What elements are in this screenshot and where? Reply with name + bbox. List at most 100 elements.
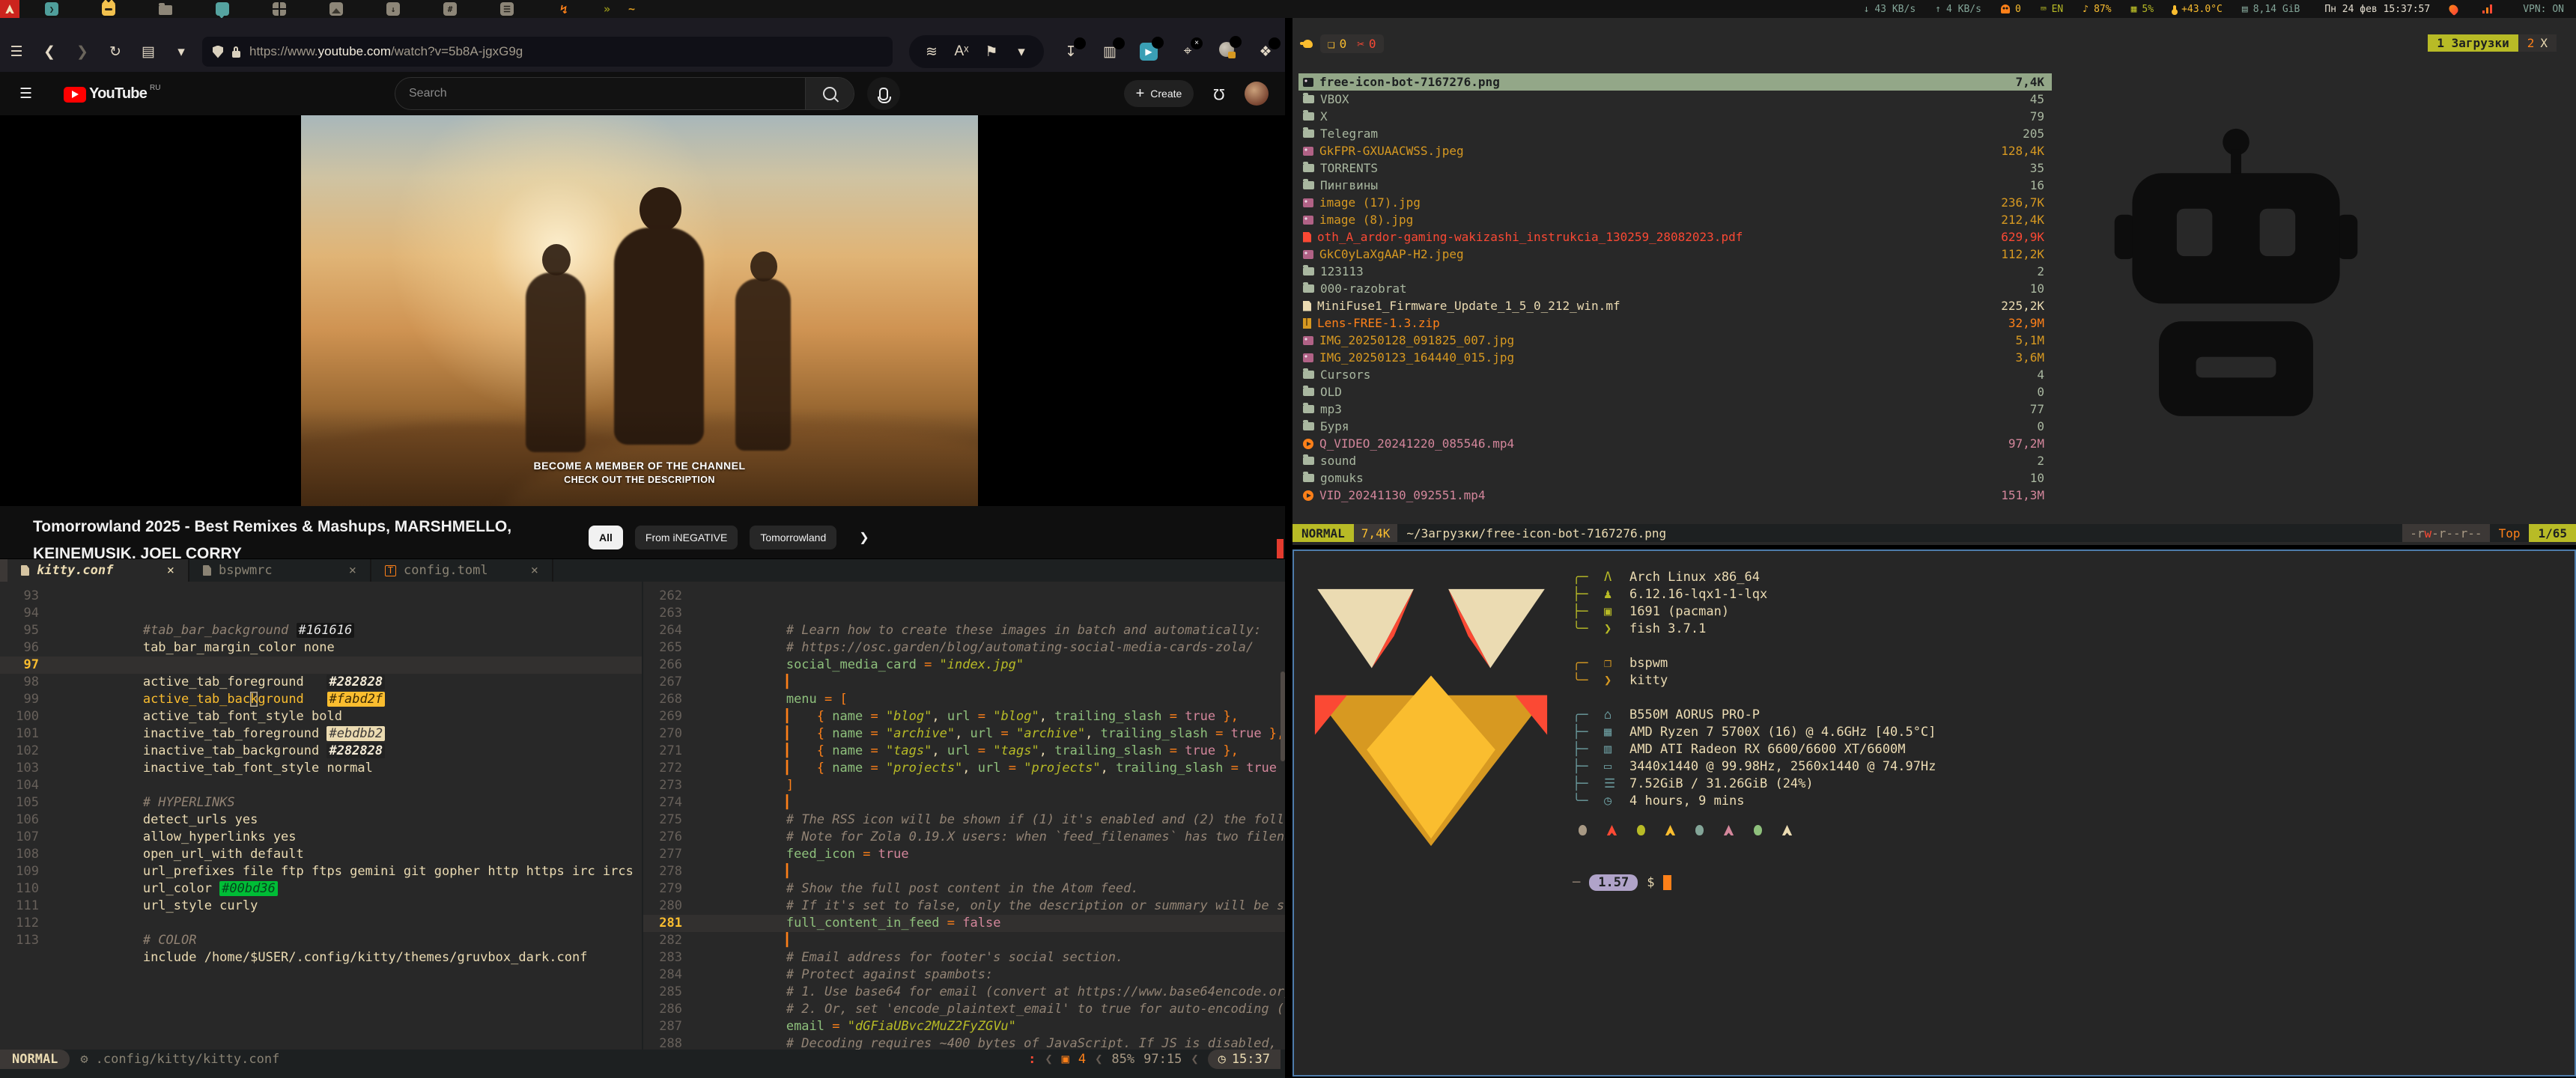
workspace-icon[interactable] <box>159 5 172 15</box>
fetch-line <box>1573 638 1936 655</box>
voice-search-button[interactable] <box>867 77 900 110</box>
file-row[interactable]: 123113 2 <box>1298 263 2052 280</box>
notifications-bell-icon[interactable]: Ω <box>1213 85 1225 103</box>
filter-chip[interactable]: From iNEGATIVE <box>635 526 738 549</box>
workspace-icon[interactable] <box>102 2 115 16</box>
file-row[interactable]: gomuks 10 <box>1298 469 2052 487</box>
workspace-icon[interactable] <box>216 2 229 16</box>
workspace-icon[interactable] <box>329 2 343 16</box>
tray-module[interactable]: ▤ 8,14 GiB <box>2242 4 2300 15</box>
editor-scrollbar-thumb[interactable] <box>1281 672 1285 761</box>
video-player[interactable]: BECOME A MEMBER OF THE CHANNEL CHECK OUT… <box>301 115 978 506</box>
toolbar-extension-icon[interactable]: ❖ <box>1246 43 1285 61</box>
editor-pane-right[interactable]: 262 # Learn how to create these images i… <box>643 582 1285 1050</box>
file-row[interactable]: Cursors 4 <box>1298 366 2052 383</box>
toolbar-icon[interactable]: ❮ <box>33 43 66 61</box>
workspace-icon[interactable]: ☰ <box>500 2 514 16</box>
file-row[interactable]: VID_20241130_092551.mp4 151,3M <box>1298 487 2052 504</box>
youtube-menu-icon[interactable]: ☰ <box>19 85 32 103</box>
editor-tab[interactable]: kitty.conf × <box>7 559 189 582</box>
file-row[interactable]: TORRENTS 35 <box>1298 159 2052 177</box>
file-row[interactable]: 000-razobrat 10 <box>1298 280 2052 297</box>
toolbar-left-icons: ☰❮❯↻▤▾ <box>0 43 198 61</box>
close-icon[interactable]: × <box>167 563 174 578</box>
chips-more-icon[interactable]: ❯ <box>859 530 869 545</box>
statusline-clock: ◷ 15:37 <box>1208 1050 1281 1069</box>
fm-tab-active[interactable]: 1 Загрузки <box>2428 34 2518 52</box>
tray-module[interactable]: VPN: ON <box>2518 4 2564 15</box>
tray-module[interactable]: Пн 24 фев 15:37:57 <box>2319 4 2430 15</box>
search-button[interactable] <box>805 78 854 109</box>
filter-chip[interactable]: Tomorrowland <box>750 526 836 549</box>
editor-tab[interactable]: bspwmrc × <box>189 559 371 582</box>
tray-module[interactable]: 0 <box>2001 4 2021 15</box>
tray-module[interactable] <box>2449 4 2463 14</box>
toolbar-icon[interactable]: ▤ <box>132 43 165 61</box>
close-icon[interactable]: × <box>349 563 356 578</box>
tray-module[interactable]: +43.0°C <box>2173 4 2223 15</box>
editor-tab[interactable]: T config.toml × <box>371 559 553 582</box>
workspace-icon[interactable] <box>273 2 286 16</box>
shield-icon[interactable] <box>213 46 223 58</box>
toolbar-extension-icon[interactable] <box>1207 42 1246 61</box>
line-number: 284 <box>643 966 694 984</box>
toolbar-extension-icon[interactable]: ▶ <box>1129 43 1168 61</box>
tray-module[interactable]: ♪ 87% <box>2083 4 2111 15</box>
toolbar-pill-icon[interactable]: ▾ <box>1006 43 1036 61</box>
workspace-icon[interactable]: ↯ <box>557 2 571 16</box>
arch-launcher-button[interactable] <box>0 0 19 18</box>
workspace-icon[interactable]: ↓ <box>386 2 400 16</box>
file-row[interactable]: Lens-FREE-1.3.zip 32,9M <box>1298 314 2052 332</box>
video-title-line1: Tomorrowland 2025 - Best Remixes & Mashu… <box>33 514 587 540</box>
search-input[interactable] <box>395 86 805 101</box>
file-row[interactable]: sound 2 <box>1298 452 2052 469</box>
file-row[interactable]: IMG_20250123_164440_015.jpg 3,6M <box>1298 349 2052 366</box>
file-row[interactable]: GkFPR-GXUAACWSS.jpeg 128,4K <box>1298 142 2052 159</box>
tray-module[interactable]: ▦ 5% <box>2131 4 2154 15</box>
file-row[interactable]: IMG_20250128_091825_007.jpg 5,1M <box>1298 332 2052 349</box>
toolbar-icon[interactable]: ▾ <box>165 43 198 61</box>
filter-chip[interactable]: All <box>589 526 623 549</box>
search-bar[interactable] <box>395 77 854 110</box>
file-row[interactable]: mp3 77 <box>1298 401 2052 418</box>
tray-module[interactable]: ⌨ EN <box>2041 4 2063 15</box>
browser-scrollbar-thumb[interactable] <box>1277 539 1284 558</box>
file-row[interactable]: image (17).jpg 236,7K <box>1298 194 2052 211</box>
workspace-icon[interactable]: # <box>443 2 457 16</box>
avatar[interactable] <box>1245 82 1269 106</box>
file-row[interactable]: oth_A_ardor-gaming-wakizashi_instrukcia_… <box>1298 228 2052 246</box>
shell-prompt[interactable]: ─ 1.57 $ <box>1573 874 1671 891</box>
toolbar-pill-icon[interactable]: ⚑ <box>976 43 1006 61</box>
url-bar[interactable]: https://www.youtube.com/watch?v=5b8A-jgx… <box>202 37 893 67</box>
youtube-logo[interactable]: YouTube RU <box>64 85 160 103</box>
file-row[interactable]: Telegram 205 <box>1298 125 2052 142</box>
file-row[interactable]: Q_VIDEO_20241220_085546.mp4 97,2M <box>1298 435 2052 452</box>
close-icon[interactable]: × <box>531 563 538 578</box>
toolbar-extension-icon[interactable]: ⌖ × <box>1168 43 1207 60</box>
create-button[interactable]: + Create <box>1124 80 1194 107</box>
toolbar-extension-icon[interactable]: ↧ <box>1051 43 1090 61</box>
workspace-icon[interactable]: ❯ <box>45 2 58 16</box>
toolbar-icon[interactable]: ↻ <box>99 43 132 61</box>
tray-module[interactable]: ↑ 4 KB/s <box>1935 4 1981 15</box>
toolbar-pill-icon[interactable]: Aˣ <box>947 43 976 60</box>
toolbar-icon[interactable]: ❯ <box>66 43 99 61</box>
line-number: 112 <box>0 915 51 932</box>
fm-tab-inactive[interactable]: 2 X <box>2518 34 2557 52</box>
tray-module[interactable]: ↓ 43 KB/s <box>1864 4 1916 15</box>
file-row[interactable]: GkC0yLaXgAAP-H2.jpeg 112,2K <box>1298 246 2052 263</box>
file-row[interactable]: Буря 0 <box>1298 418 2052 435</box>
url-text[interactable]: https://www.youtube.com/watch?v=5b8A-jgx… <box>249 44 523 59</box>
file-row[interactable]: OLD 0 <box>1298 383 2052 401</box>
toolbar-pill-icon[interactable]: ≋ <box>917 43 947 61</box>
file-row[interactable]: image (8).jpg 212,4K <box>1298 211 2052 228</box>
toolbar-extension-icon[interactable]: ▥ <box>1090 43 1129 61</box>
toolbar-icon[interactable]: ☰ <box>0 43 33 61</box>
tray-module[interactable] <box>2482 4 2498 13</box>
file-row[interactable]: VBOX 45 <box>1298 91 2052 108</box>
file-row[interactable]: X 79 <box>1298 108 2052 125</box>
file-row[interactable]: free-icon-bot-7167276.png 7,4K <box>1298 73 2052 91</box>
file-row[interactable]: MiniFuse1_Firmware_Update_1_5_0_212_win.… <box>1298 297 2052 314</box>
file-row[interactable]: Пингвины 16 <box>1298 177 2052 194</box>
editor-pane-left[interactable]: 93 #tab_bar_background #161616 94 tab_ba… <box>0 582 642 1050</box>
